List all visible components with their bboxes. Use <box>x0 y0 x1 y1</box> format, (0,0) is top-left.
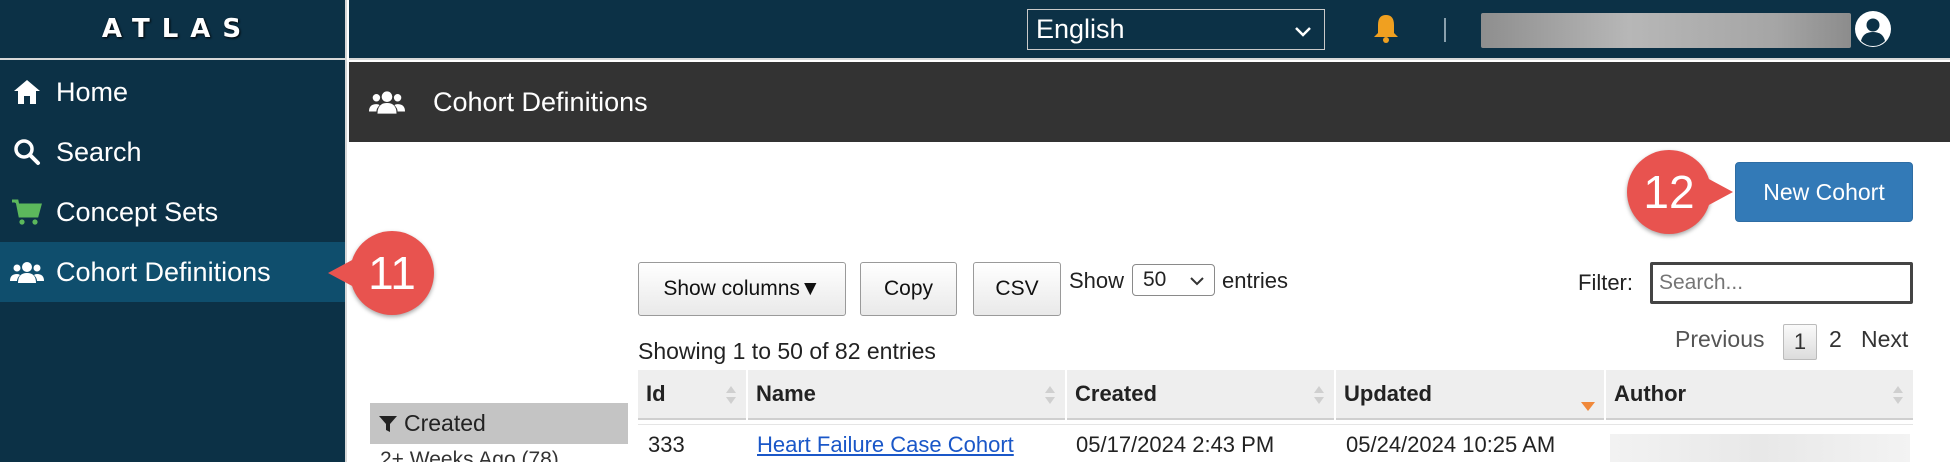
new-cohort-button[interactable]: New Cohort <box>1735 162 1913 222</box>
page-length-select[interactable]: 50 <box>1132 264 1215 296</box>
pagination-previous[interactable]: Previous <box>1675 326 1764 353</box>
column-header-label: Id <box>646 381 666 406</box>
sort-both-icon <box>724 384 738 412</box>
sort-both-icon <box>1043 384 1057 412</box>
bell-icon[interactable] <box>1372 12 1400 49</box>
separator <box>1444 18 1446 42</box>
facet-title: Created <box>404 410 486 436</box>
sidebar-item-label: Concept Sets <box>56 196 219 227</box>
top-bar: English <box>349 0 1950 60</box>
csv-button[interactable]: CSV <box>973 262 1061 316</box>
filter-label: Filter: <box>1578 270 1633 295</box>
column-header-created[interactable]: Created <box>1067 370 1334 420</box>
sidebar-item-cohort-definitions[interactable]: Cohort Definitions <box>0 242 345 302</box>
user-circle-icon[interactable] <box>1854 10 1892 53</box>
step-callout-11: 11 <box>328 231 434 315</box>
filter-input[interactable] <box>1650 262 1913 304</box>
chevron-down-icon <box>1292 18 1314 49</box>
users-icon <box>10 259 44 285</box>
column-header-label: Name <box>756 381 816 406</box>
cell-created: 05/17/2024 2:43 PM <box>1076 432 1275 457</box>
table-info: Showing 1 to 50 of 82 entries <box>638 338 936 364</box>
column-header-author[interactable]: Author <box>1606 370 1913 420</box>
users-icon <box>369 88 409 116</box>
page-length-value: 50 <box>1143 268 1167 291</box>
facet-item[interactable]: 2+ Weeks Ago (78) <box>380 448 559 462</box>
sort-both-icon <box>1891 384 1905 412</box>
page-title: Cohort Definitions <box>433 86 648 117</box>
username-redacted <box>1481 13 1851 48</box>
facet-created-header[interactable]: Created <box>370 403 628 444</box>
column-header-updated[interactable]: Updated <box>1336 370 1604 420</box>
sidebar-item-search[interactable]: Search <box>0 122 345 182</box>
show-label: Show <box>1069 268 1125 293</box>
column-header-id[interactable]: Id <box>638 370 746 420</box>
sidebar-item-concept-sets[interactable]: Concept Sets <box>0 182 345 242</box>
filter-icon <box>378 414 398 434</box>
cell-id: 333 <box>648 432 685 457</box>
language-value: English <box>1036 14 1125 44</box>
chevron-down-icon <box>1188 272 1206 296</box>
column-header-label: Updated <box>1344 381 1432 406</box>
language-select[interactable]: English <box>1027 9 1325 50</box>
column-header-label: Created <box>1075 381 1157 406</box>
show-columns-button[interactable]: Show columns▼ <box>638 262 846 316</box>
entries-label: entries <box>1222 268 1289 293</box>
sidebar: ATLAS Home Search Concept Sets Cohort De… <box>0 0 347 462</box>
home-icon <box>10 78 44 106</box>
pagination-page-2[interactable]: 2 <box>1829 326 1842 353</box>
app-logo[interactable]: ATLAS <box>0 0 345 60</box>
sidebar-item-home[interactable]: Home <box>0 62 345 122</box>
cell-updated: 05/24/2024 10:25 AM <box>1346 432 1556 457</box>
column-header-label: Author <box>1614 381 1687 406</box>
step-callout-12: 12 <box>1627 150 1733 234</box>
cart-icon <box>10 198 44 226</box>
sidebar-item-label: Search <box>56 136 142 167</box>
pagination-page-1[interactable]: 1 <box>1783 324 1817 360</box>
sort-desc-icon <box>1580 392 1596 418</box>
copy-button[interactable]: Copy <box>860 262 957 316</box>
search-icon <box>10 138 44 166</box>
page-header: Cohort Definitions <box>349 62 1950 142</box>
column-header-name[interactable]: Name <box>748 370 1065 420</box>
cohort-name-link[interactable]: Heart Failure Case Cohort <box>757 432 1014 458</box>
pagination-next[interactable]: Next <box>1861 326 1908 353</box>
sort-both-icon <box>1312 384 1326 412</box>
row-divider <box>638 424 1913 425</box>
author-redacted <box>1610 434 1910 462</box>
sidebar-item-label: Home <box>56 76 129 107</box>
sidebar-item-label: Cohort Definitions <box>56 256 271 287</box>
